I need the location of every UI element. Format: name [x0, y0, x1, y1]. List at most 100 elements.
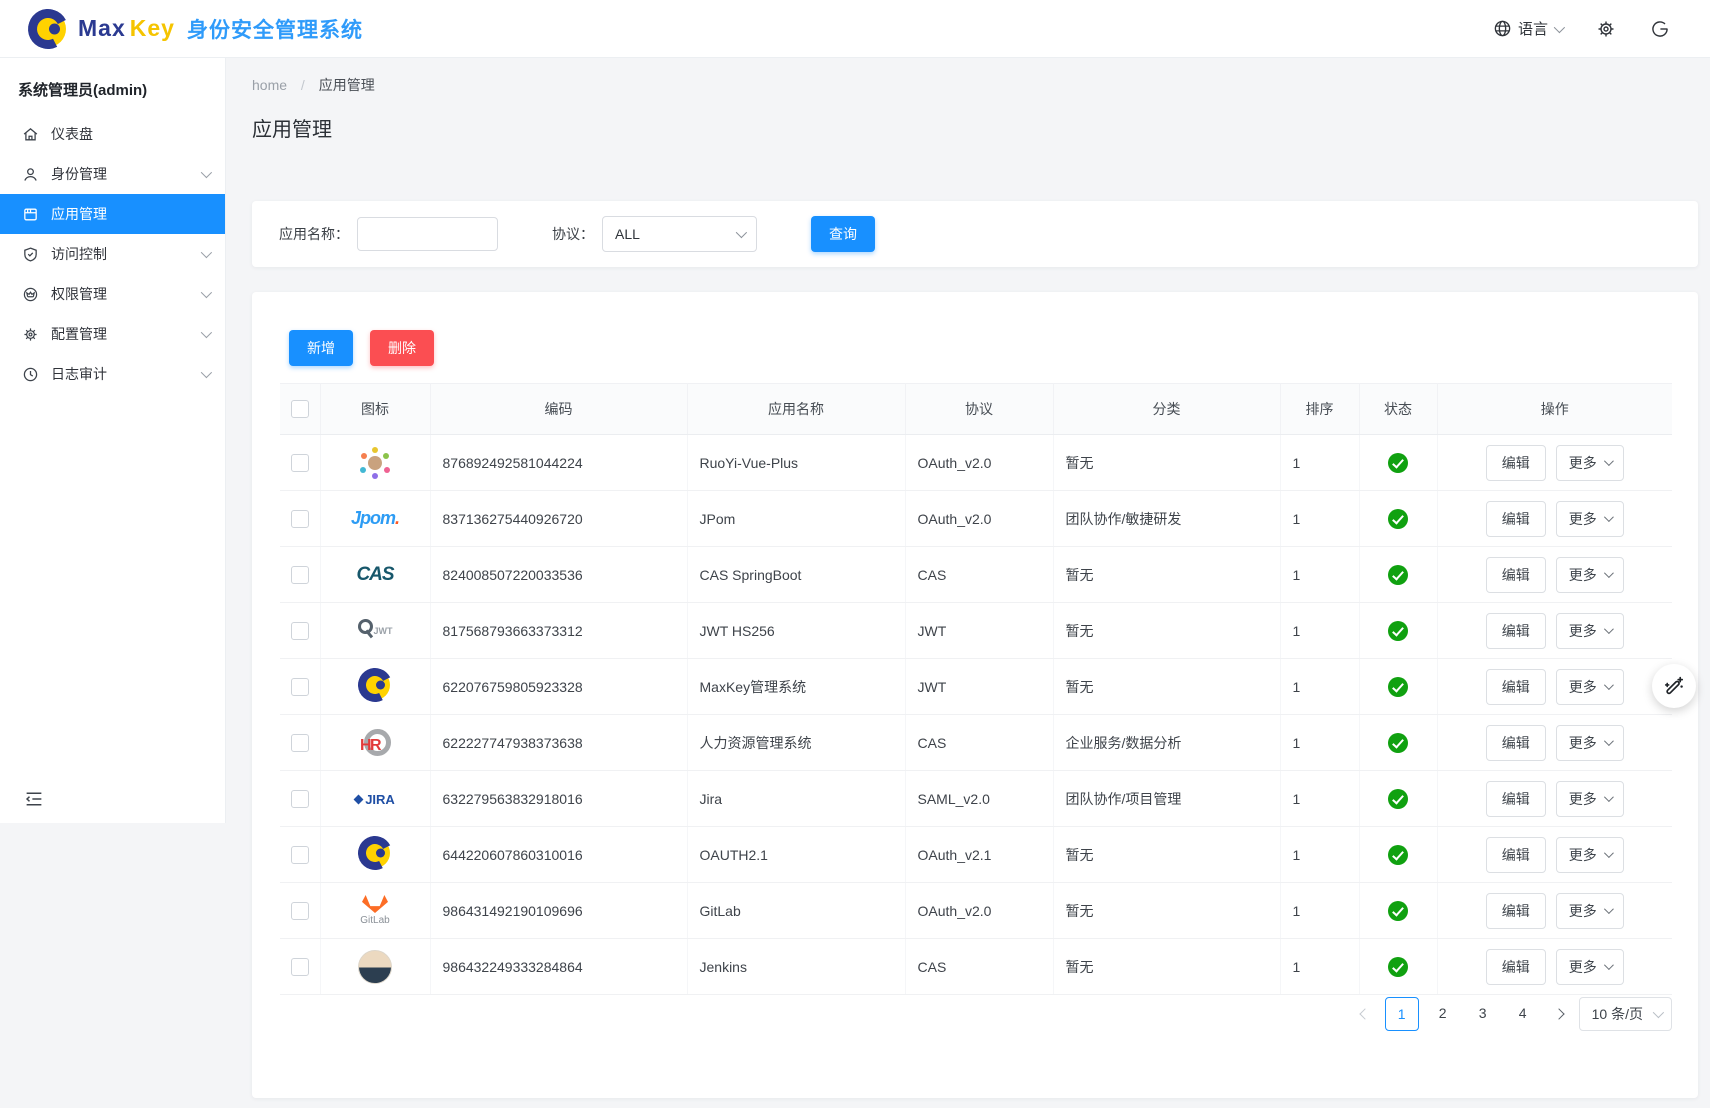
cell-name: OAUTH2.1: [687, 827, 905, 883]
page-title: 应用管理: [252, 113, 332, 142]
page-size-select[interactable]: 10 条/页: [1579, 997, 1672, 1031]
edit-button[interactable]: 编辑: [1486, 725, 1546, 761]
edit-button[interactable]: 编辑: [1486, 893, 1546, 929]
row-checkbox[interactable]: [291, 622, 309, 640]
more-button[interactable]: 更多: [1556, 557, 1624, 593]
row-checkbox[interactable]: [291, 678, 309, 696]
cell-category: 暂无: [1053, 939, 1280, 995]
breadcrumb-home[interactable]: home: [252, 77, 287, 93]
sidebar-item-config[interactable]: 配置管理: [0, 314, 225, 354]
language-menu[interactable]: 语言: [1493, 18, 1562, 39]
protocol-select[interactable]: ALL: [602, 216, 757, 252]
cell-status: [1359, 547, 1437, 603]
more-button[interactable]: 更多: [1556, 949, 1624, 985]
assistant-fab-button[interactable]: [1652, 664, 1696, 708]
cell-category: 暂无: [1053, 659, 1280, 715]
row-checkbox[interactable]: [291, 566, 309, 584]
sidebar-item-label: 访问控制: [51, 244, 189, 264]
edit-button[interactable]: 编辑: [1486, 837, 1546, 873]
cell-status: [1359, 715, 1437, 771]
logout-button[interactable]: [1650, 19, 1670, 39]
more-button[interactable]: 更多: [1556, 893, 1624, 929]
cell-protocol: OAuth_v2.0: [905, 883, 1053, 939]
cell-name: 人力资源管理系统: [687, 715, 905, 771]
col-header-code: 编码: [430, 384, 687, 435]
row-checkbox[interactable]: [291, 790, 309, 808]
settings-button[interactable]: [1596, 19, 1616, 39]
cell-icon: JIRA: [320, 771, 430, 827]
row-checkbox[interactable]: [291, 510, 309, 528]
cell-icon: GitLab: [320, 883, 430, 939]
sidebar-item-permission[interactable]: 权限管理: [0, 274, 225, 314]
sidebar-item-access[interactable]: 访问控制: [0, 234, 225, 274]
edit-button[interactable]: 编辑: [1486, 501, 1546, 537]
chevron-down-icon: [1604, 792, 1614, 802]
chevron-down-icon: [1554, 21, 1565, 32]
edit-button[interactable]: 编辑: [1486, 557, 1546, 593]
add-button[interactable]: 新增: [289, 330, 353, 366]
app-window-icon: [22, 206, 39, 223]
header-actions: 语言: [1493, 18, 1670, 39]
cell-select: [280, 771, 320, 827]
edit-button[interactable]: 编辑: [1486, 613, 1546, 649]
cell-category: 团队协作/项目管理: [1053, 771, 1280, 827]
sidebar-item-dashboard[interactable]: 仪表盘: [0, 114, 225, 154]
search-button[interactable]: 查询: [811, 216, 875, 252]
gear-icon: [22, 326, 39, 343]
more-button[interactable]: 更多: [1556, 613, 1624, 649]
select-all-checkbox[interactable]: [291, 400, 309, 418]
current-user: 系统管理员(admin): [0, 57, 225, 114]
app-table-body: 876892492581044224RuoYi-Vue-PlusOAuth_v2…: [280, 435, 1672, 995]
more-button[interactable]: 更多: [1556, 781, 1624, 817]
more-button[interactable]: 更多: [1556, 501, 1624, 537]
edit-button[interactable]: 编辑: [1486, 445, 1546, 481]
row-checkbox[interactable]: [291, 902, 309, 920]
app-name-input[interactable]: [357, 217, 498, 251]
status-enabled-icon: [1388, 901, 1408, 921]
table-row: 622076759805923328MaxKey管理系统JWT暂无1编辑更多: [280, 659, 1672, 715]
cell-category: 暂无: [1053, 883, 1280, 939]
edit-button[interactable]: 编辑: [1486, 781, 1546, 817]
menu-fold-icon: [24, 790, 44, 808]
page-button-2[interactable]: 2: [1427, 997, 1459, 1029]
sidebar-item-apps[interactable]: 应用管理: [0, 194, 225, 234]
cell-sort: 1: [1280, 827, 1359, 883]
cell-icon: [320, 659, 430, 715]
collapse-sidebar-button[interactable]: [24, 790, 44, 813]
prev-page-button[interactable]: [1353, 998, 1377, 1030]
more-button[interactable]: 更多: [1556, 669, 1624, 705]
delete-button[interactable]: 删除: [370, 330, 434, 366]
cell-sort: 1: [1280, 659, 1359, 715]
edit-button[interactable]: 编辑: [1486, 949, 1546, 985]
cell-name: Jira: [687, 771, 905, 827]
breadcrumb: home / 应用管理: [252, 75, 375, 95]
gear-icon: [1596, 19, 1616, 39]
page-button-4[interactable]: 4: [1507, 997, 1539, 1029]
chevron-down-icon: [1653, 1007, 1664, 1018]
cell-actions: 编辑更多: [1437, 883, 1672, 939]
cell-icon: [320, 435, 430, 491]
sidebar: 系统管理员(admin) 仪表盘身份管理应用管理访问控制权限管理配置管理日志审计: [0, 57, 226, 823]
sidebar-item-audit[interactable]: 日志审计: [0, 354, 225, 394]
cell-actions: 编辑更多: [1437, 603, 1672, 659]
cell-protocol: JWT: [905, 603, 1053, 659]
more-button[interactable]: 更多: [1556, 445, 1624, 481]
cell-code: 622227747938373638: [430, 715, 687, 771]
sidebar-item-identity[interactable]: 身份管理: [0, 154, 225, 194]
row-checkbox[interactable]: [291, 454, 309, 472]
edit-button[interactable]: 编辑: [1486, 669, 1546, 705]
cell-icon: JWT: [320, 603, 430, 659]
brand-text-key: Key: [130, 15, 175, 42]
page-button-3[interactable]: 3: [1467, 997, 1499, 1029]
row-checkbox[interactable]: [291, 958, 309, 976]
cell-code: 632279563832918016: [430, 771, 687, 827]
table-row: HR622227747938373638人力资源管理系统CAS企业服务/数据分析…: [280, 715, 1672, 771]
next-page-button[interactable]: [1547, 998, 1571, 1030]
sidebar-item-label: 日志审计: [51, 364, 189, 384]
page-button-1[interactable]: 1: [1385, 997, 1419, 1031]
row-checkbox[interactable]: [291, 846, 309, 864]
more-button[interactable]: 更多: [1556, 725, 1624, 761]
logout-icon: [1650, 19, 1670, 39]
more-button[interactable]: 更多: [1556, 837, 1624, 873]
row-checkbox[interactable]: [291, 734, 309, 752]
